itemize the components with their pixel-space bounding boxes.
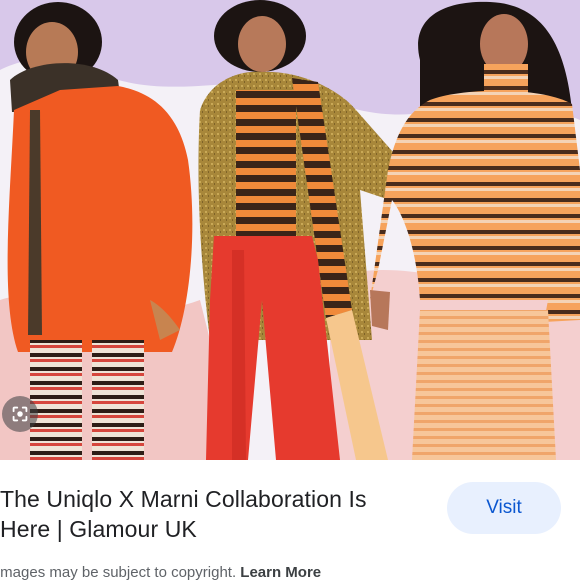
copyright-text: Images may be subject to copyright. bbox=[0, 564, 237, 581]
result-title[interactable]: The Uniqlo X Marni Collaboration Is Here… bbox=[0, 484, 425, 544]
copyright-notice: Images may be subject to copyright. Lear… bbox=[0, 563, 580, 583]
result-title-line-2: Here | Glamour UK bbox=[0, 516, 197, 542]
visit-button[interactable]: Visit bbox=[447, 482, 561, 534]
google-lens-icon[interactable] bbox=[2, 396, 38, 432]
result-title-line-1: The Uniqlo X Marni Collaboration Is bbox=[0, 486, 367, 512]
result-image[interactable] bbox=[0, 0, 580, 460]
learn-more-link[interactable]: Learn More bbox=[240, 564, 321, 581]
